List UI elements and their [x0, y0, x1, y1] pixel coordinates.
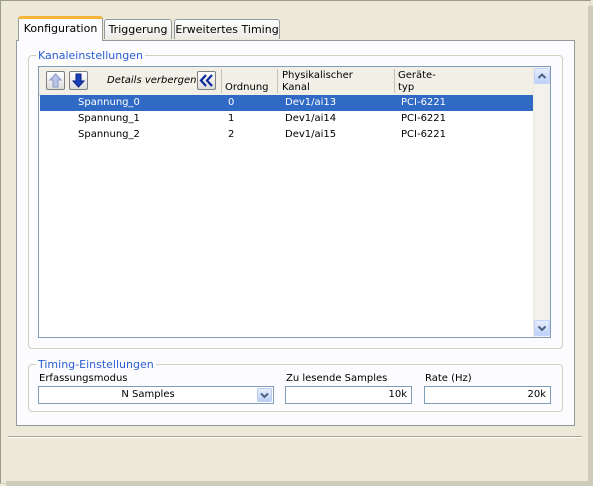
- collapse-details-button[interactable]: [197, 71, 216, 90]
- channel-physical: Dev1/ai15: [285, 129, 337, 140]
- channel-order: 0: [228, 97, 235, 108]
- channel-name: Spannung_1: [78, 113, 140, 124]
- channel-row[interactable]: Spannung_2 2 Dev1/ai15 PCI-6221: [40, 127, 533, 143]
- chevron-down-icon: [260, 392, 269, 399]
- rate-label: Rate (Hz): [425, 373, 472, 384]
- channel-physical: Dev1/ai13: [285, 97, 337, 108]
- column-header-order: Ordnung: [225, 82, 269, 93]
- column-header-device-type: Geräte- typ: [398, 70, 436, 93]
- channel-list-header: Details verbergen Ordnung Physikalischer…: [39, 67, 533, 96]
- channel-name: Spannung_0: [78, 97, 140, 108]
- scroll-down-button[interactable]: [534, 320, 550, 336]
- samples-to-read-input[interactable]: 10k: [285, 386, 412, 404]
- panel-content: Kanaleinstellungen Details verbergen Ord…: [0, 0, 593, 486]
- channel-row[interactable]: Spannung_1 1 Dev1/ai14 PCI-6221: [40, 111, 533, 127]
- acquisition-mode-select[interactable]: N Samples: [38, 386, 274, 404]
- arrow-down-icon: [71, 73, 86, 88]
- move-up-button[interactable]: [46, 71, 65, 90]
- column-header-physical-channel: Physikalischer Kanal: [282, 70, 353, 93]
- chevron-down-icon: [537, 325, 547, 332]
- channel-list[interactable]: Details verbergen Ordnung Physikalischer…: [38, 66, 551, 338]
- samples-to-read-label: Zu lesende Samples: [286, 373, 388, 384]
- channel-device-type: PCI-6221: [401, 97, 447, 108]
- details-toggle-label: Details verbergen: [107, 75, 197, 86]
- timing-settings-title: Timing-Einstellungen: [36, 358, 156, 371]
- channel-settings-title: Kanaleinstellungen: [36, 49, 145, 62]
- channel-row[interactable]: Spannung_0 0 Dev1/ai13 PCI-6221: [40, 95, 533, 111]
- channel-device-type: PCI-6221: [401, 129, 447, 140]
- move-down-button[interactable]: [69, 71, 88, 90]
- chevron-up-icon: [537, 73, 547, 79]
- channel-name: Spannung_2: [78, 129, 140, 140]
- dropdown-button[interactable]: [257, 388, 272, 402]
- channel-order: 1: [228, 113, 235, 124]
- double-chevron-left-icon: [199, 74, 213, 87]
- channel-device-type: PCI-6221: [401, 113, 447, 124]
- header-separator: [221, 69, 222, 93]
- header-separator: [277, 69, 278, 93]
- scroll-up-button[interactable]: [534, 68, 550, 84]
- header-separator: [394, 69, 395, 93]
- channel-order: 2: [228, 129, 235, 140]
- channel-list-scrollbar[interactable]: [533, 67, 550, 337]
- acquisition-mode-label: Erfassungsmodus: [39, 373, 128, 384]
- channel-physical: Dev1/ai14: [285, 113, 337, 124]
- arrow-up-icon: [48, 73, 63, 88]
- acquisition-mode-value: N Samples: [121, 389, 175, 400]
- rate-input[interactable]: 20k: [424, 386, 551, 404]
